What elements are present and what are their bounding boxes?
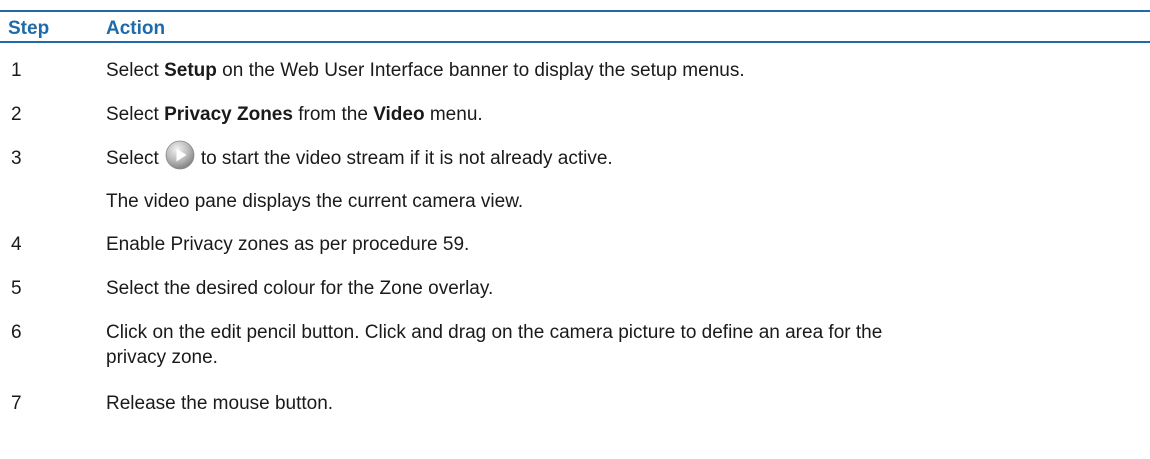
step-text-line: Click on the edit pencil button. Click a… bbox=[106, 322, 883, 343]
procedure-table: Step Action bbox=[0, 10, 1150, 43]
step-number: 7 bbox=[11, 393, 22, 414]
column-header-action: Action bbox=[106, 18, 166, 39]
step-text: from the bbox=[292, 104, 374, 125]
column-header-step: Step bbox=[8, 18, 50, 39]
step-text: Select bbox=[106, 60, 165, 81]
step-action: Click on the edit pencil button. Click a… bbox=[106, 320, 1142, 370]
step-number: 1 bbox=[11, 60, 22, 81]
step-text-line: privacy zone. bbox=[106, 347, 218, 368]
step-action: Release the mouse button. bbox=[106, 393, 334, 414]
step-action: Select to start the video stream if it i… bbox=[106, 140, 1142, 171]
step-action: Select Privacy Zones from the Video menu… bbox=[106, 102, 1142, 127]
step-action: Enable Privacy zones as per procedure 59… bbox=[106, 234, 470, 255]
step-number: 3 bbox=[11, 148, 22, 169]
step-note: The video pane displays the current came… bbox=[106, 191, 524, 212]
play-icon bbox=[165, 140, 195, 170]
step-emphasis: Privacy Zones bbox=[164, 104, 293, 125]
step-text: Select bbox=[106, 104, 165, 125]
step-number: 6 bbox=[11, 322, 22, 343]
step-number: 5 bbox=[11, 278, 22, 299]
step-text: on the Web User Interface banner to disp… bbox=[216, 60, 745, 81]
step-text: to start the video stream if it is not a… bbox=[200, 148, 613, 169]
step-action: Select Setup on the Web User Interface b… bbox=[106, 58, 1142, 83]
step-number: 2 bbox=[11, 104, 22, 125]
step-emphasis: Video bbox=[373, 104, 425, 125]
step-action: Select the desired colour for the Zone o… bbox=[106, 278, 494, 299]
table-header-row: Step Action bbox=[0, 10, 1150, 43]
step-number: 4 bbox=[11, 234, 22, 255]
step-text: menu. bbox=[424, 104, 483, 125]
step-emphasis: Setup bbox=[164, 60, 217, 81]
step-text: Select bbox=[106, 148, 159, 169]
